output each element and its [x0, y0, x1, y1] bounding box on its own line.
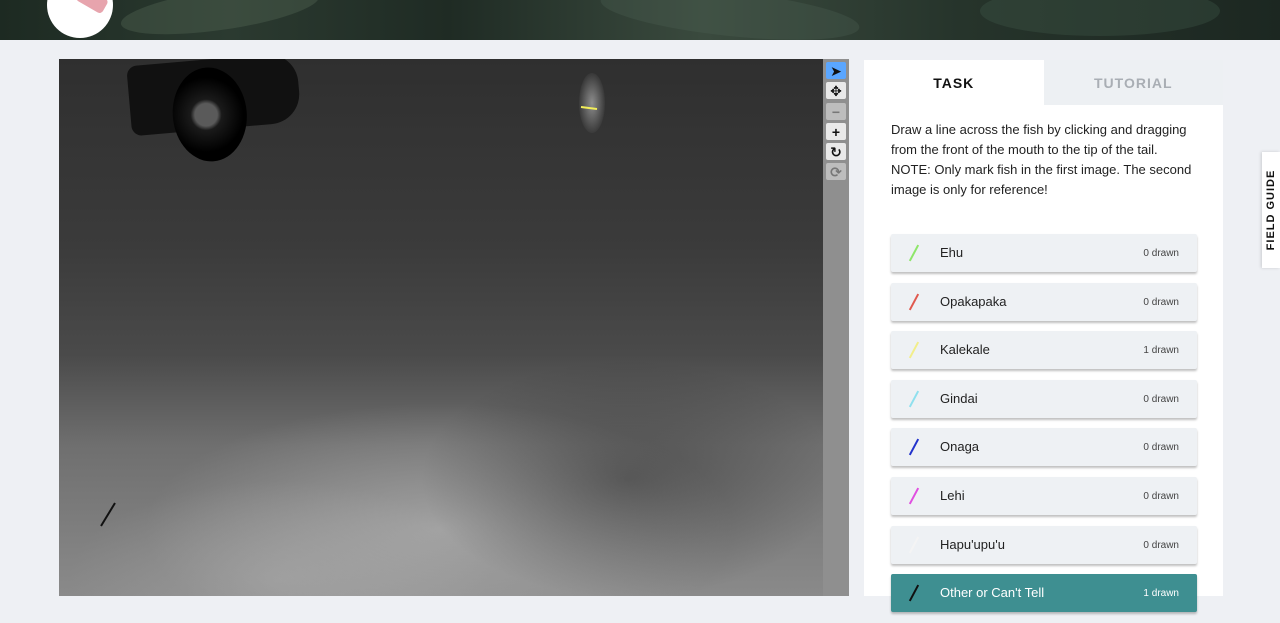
- image-toolbar: ➤ ✥ − + ↻ ⟳: [823, 59, 849, 596]
- task-tabs: TASK TUTORIAL: [864, 60, 1223, 105]
- choice-label: Ehu: [940, 245, 964, 260]
- tab-task[interactable]: TASK: [864, 60, 1044, 105]
- choice-onaga[interactable]: Onaga 0 drawn: [891, 428, 1197, 467]
- choice-count: 0 drawn: [1143, 248, 1179, 259]
- fish-length-mark-other[interactable]: [100, 502, 116, 527]
- choice-count: 0 drawn: [1143, 393, 1179, 405]
- choice-count: 0 drawn: [1143, 490, 1179, 502]
- choice-ehu[interactable]: Ehu 0 drawn: [891, 234, 1197, 272]
- instruction-text: Draw a line across the fish by clicking …: [891, 122, 1187, 157]
- field-guide-label: FIELD GUIDE: [1265, 169, 1277, 251]
- choice-label: Hapu'upu'u: [940, 536, 1005, 552]
- task-instructions: Draw a line across the fish by clicking …: [891, 120, 1201, 200]
- subject-image-viewer[interactable]: [59, 59, 823, 596]
- choice-kalekale[interactable]: Kalekale 1 drawn: [891, 331, 1197, 370]
- drawn-marks-layer: [100, 106, 598, 527]
- choice-label: Onaga: [940, 439, 980, 455]
- tool-color-swatch: [908, 341, 920, 359]
- choice-label: Other or Can't Tell: [940, 585, 1045, 601]
- zoom-in-icon[interactable]: +: [826, 123, 846, 140]
- move-icon[interactable]: ✥: [826, 82, 846, 99]
- field-guide-tab[interactable]: FIELD GUIDE: [1262, 152, 1280, 268]
- choice-other-or-cant-tell[interactable]: Other or Can't Tell 1 drawn: [891, 574, 1197, 613]
- choice-count: 0 drawn: [1143, 539, 1179, 551]
- tool-color-swatch: [908, 244, 920, 262]
- choice-label: Opakapaka: [940, 293, 1007, 309]
- banner-foliage: [980, 0, 1220, 36]
- reset-icon[interactable]: ⟳: [826, 163, 846, 180]
- banner-foliage: [598, 0, 862, 40]
- choice-count: 1 drawn: [1143, 345, 1179, 357]
- choice-hapuupuu[interactable]: Hapu'upu'u 0 drawn: [891, 525, 1197, 564]
- tool-color-swatch: [908, 293, 920, 311]
- tool-color-swatch: [908, 438, 920, 456]
- species-choice-list: Ehu 0 drawn Opakapaka 0 drawn Kalekale 1…: [891, 234, 1197, 623]
- banner-foliage: [118, 0, 322, 40]
- choice-gindai[interactable]: Gindai 0 drawn: [891, 379, 1197, 418]
- tool-color-swatch: [908, 536, 920, 553]
- tool-color-swatch: [908, 487, 920, 505]
- zoom-out-icon[interactable]: −: [826, 103, 846, 120]
- fish-length-mark-kalekale[interactable]: [580, 106, 598, 110]
- choice-label: Kalekale: [940, 342, 990, 358]
- tool-color-swatch: [908, 390, 920, 408]
- choice-opakapaka[interactable]: Opakapaka 0 drawn: [891, 282, 1197, 321]
- choice-count: 0 drawn: [1143, 296, 1179, 308]
- choice-count: 1 drawn: [1143, 588, 1179, 600]
- choice-count: 0 drawn: [1143, 442, 1179, 454]
- choice-label: Lehi: [940, 487, 965, 503]
- choice-label: Gindai: [940, 390, 978, 406]
- tool-color-swatch: [908, 584, 920, 602]
- rotate-icon[interactable]: ↻: [826, 143, 846, 160]
- tab-tutorial[interactable]: TUTORIAL: [1043, 60, 1223, 105]
- choice-lehi[interactable]: Lehi 0 drawn: [891, 476, 1197, 515]
- instruction-note: NOTE: Only mark fish in the first image.…: [891, 162, 1192, 197]
- task-panel: TASK TUTORIAL Draw a line across the fis…: [864, 60, 1223, 613]
- header-banner: [0, 0, 1280, 40]
- pointer-icon[interactable]: ➤: [826, 62, 846, 79]
